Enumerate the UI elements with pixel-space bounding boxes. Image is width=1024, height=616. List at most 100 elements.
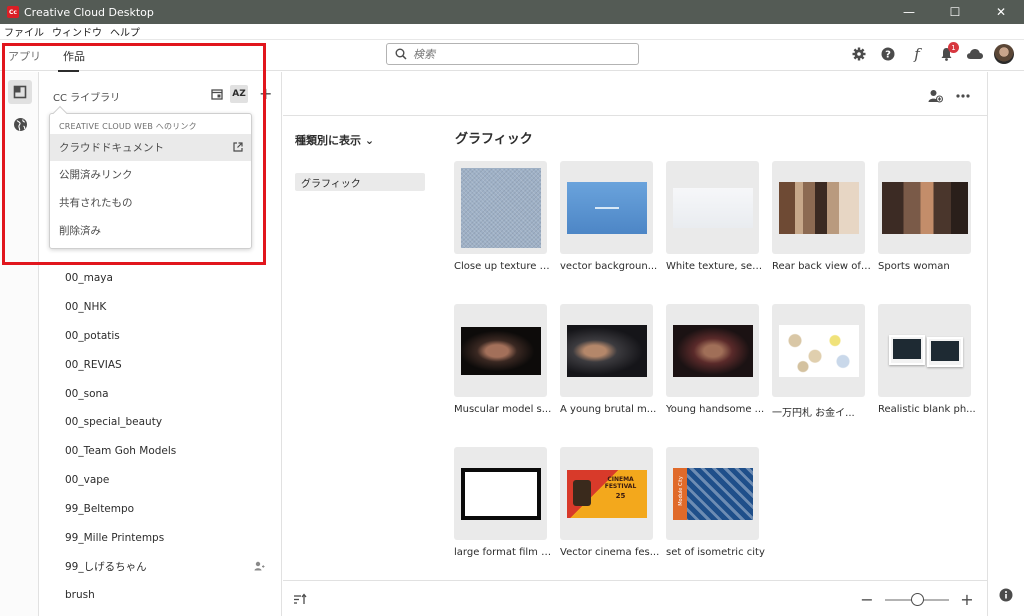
zoom-control: − + xyxy=(859,590,975,609)
section-title: グラフィック xyxy=(455,132,533,147)
sort-alphabetical-icon[interactable]: AZ xyxy=(230,85,248,103)
title-bar: Cc Creative Cloud Desktop — ☐ ✕ xyxy=(0,0,1024,24)
library-item-label: 00_REVIAS xyxy=(65,358,122,371)
sort-order-icon[interactable] xyxy=(293,593,307,608)
library-item-label: 00_potatis xyxy=(65,329,120,342)
shared-user-icon xyxy=(254,561,265,571)
asset-caption: Vector cinema fes... xyxy=(560,547,660,558)
asset-caption: Young handsome ... xyxy=(666,404,765,415)
filter-graphics[interactable]: グラフィック xyxy=(295,173,425,191)
add-library-plus-icon[interactable]: + xyxy=(259,84,272,103)
asset-card[interactable]: Close up texture o... xyxy=(454,161,554,284)
asset-thumbnail: Module City xyxy=(666,447,759,540)
maximize-button[interactable]: ☐ xyxy=(932,0,978,24)
library-item-label: 99_Mille Printemps xyxy=(65,531,165,544)
view-by-label: 種類別に表示 xyxy=(295,134,361,147)
libraries-icon xyxy=(13,85,27,99)
asset-card[interactable]: vector backgroun... xyxy=(560,161,657,284)
library-item[interactable]: brush xyxy=(65,581,265,610)
library-item[interactable]: 00_Team Goh Models xyxy=(65,437,265,466)
close-button[interactable]: ✕ xyxy=(978,0,1024,24)
asset-thumbnail xyxy=(878,304,971,397)
asset-thumbnail xyxy=(772,304,865,397)
creative-cloud-web-rail-button[interactable] xyxy=(8,112,32,136)
left-icon-rail xyxy=(0,72,39,616)
asset-card[interactable]: 一万円札 お金イ... xyxy=(772,304,865,427)
settings-gear-icon[interactable] xyxy=(849,44,869,64)
asset-thumbnail xyxy=(772,161,865,254)
asset-card[interactable]: A young brutal m... xyxy=(560,304,656,427)
sort-by-date-icon[interactable] xyxy=(208,85,226,103)
library-item[interactable]: 99_Mille Printemps xyxy=(65,523,265,552)
menu-item-published-links[interactable]: 公開済みリンク xyxy=(50,161,251,188)
asset-card[interactable]: White texture, sea... xyxy=(666,161,766,284)
notification-count-badge: 1 xyxy=(948,42,959,53)
menu-help[interactable]: ヘルプ xyxy=(110,24,140,39)
zoom-out-button[interactable]: − xyxy=(859,590,875,609)
app-header: アプリ 作品 ? f 1 xyxy=(0,40,1024,72)
menu-item-deleted[interactable]: 削除済み xyxy=(50,217,251,244)
library-item-label: 00_Team Goh Models xyxy=(65,445,177,458)
zoom-slider[interactable] xyxy=(885,592,949,606)
library-item[interactable]: 00_NHK xyxy=(65,293,265,322)
asset-card[interactable]: large format film s... xyxy=(454,447,554,570)
asset-card[interactable]: Young handsome ... xyxy=(666,304,764,427)
asset-caption: Rear back view of ... xyxy=(772,261,872,272)
view-by-type-dropdown[interactable]: 種類別に表示 ⌄ xyxy=(295,132,374,148)
asset-card[interactable]: Rear back view of ... xyxy=(772,161,872,284)
asset-thumbnail xyxy=(454,304,547,397)
tab-apps[interactable]: アプリ xyxy=(8,48,41,64)
thumbnail-text: 25 xyxy=(615,491,626,500)
chevron-down-icon: ⌄ xyxy=(364,134,375,147)
asset-thumbnail xyxy=(878,161,971,254)
library-list: 00_maya 00_NHK 00_potatis 00_REVIAS 00_s… xyxy=(65,264,265,610)
library-item[interactable]: 00_sona xyxy=(65,379,265,408)
asset-thumbnail xyxy=(454,161,547,254)
asset-card[interactable]: Sports woman xyxy=(878,161,971,284)
svg-text:f: f xyxy=(913,46,922,62)
notifications-bell-icon[interactable]: 1 xyxy=(936,42,959,64)
asset-thumbnail xyxy=(560,161,653,254)
library-item[interactable]: 00_maya xyxy=(65,264,265,293)
asset-thumbnail xyxy=(666,161,759,254)
more-options-icon[interactable] xyxy=(953,86,973,106)
library-item[interactable]: 99_Beltempo xyxy=(65,494,265,523)
zoom-slider-handle[interactable] xyxy=(911,592,924,606)
search-icon xyxy=(395,48,407,60)
asset-card[interactable]: CINEMA FESTIVAL 25 Vector cinema fes... xyxy=(560,447,659,570)
tab-work[interactable]: 作品 xyxy=(63,48,85,64)
svg-text:?: ? xyxy=(885,50,891,61)
library-item[interactable]: 00_potatis xyxy=(65,322,265,351)
thumbnail-text: Module City xyxy=(677,475,684,506)
menu-item-cloud-documents[interactable]: クラウドドキュメント xyxy=(50,134,251,161)
info-icon[interactable] xyxy=(999,588,1013,605)
cc-libraries-rail-button[interactable] xyxy=(8,80,32,104)
library-item[interactable]: 00_REVIAS xyxy=(65,350,265,379)
library-item-label: 99_Beltempo xyxy=(65,502,135,515)
menu-window[interactable]: ウィンドウ xyxy=(52,24,102,39)
asset-card[interactable]: Muscular model s... xyxy=(454,304,551,427)
creative-cloud-web-links-menu: CREATIVE CLOUD WEB へのリンク クラウドドキュメント 公開済み… xyxy=(49,105,252,249)
asset-caption: vector backgroun... xyxy=(560,261,658,272)
help-icon[interactable]: ? xyxy=(878,44,898,64)
asset-card[interactable]: Realistic blank ph... xyxy=(878,304,976,427)
menu-item-shared-with-you[interactable]: 共有されたもの xyxy=(50,189,251,216)
minimize-button[interactable]: — xyxy=(886,0,932,24)
asset-caption: Close up texture o... xyxy=(454,261,554,272)
menu-item-label: クラウドドキュメント xyxy=(59,142,164,154)
library-item[interactable]: 00_special_beauty xyxy=(65,408,265,437)
search-box[interactable] xyxy=(386,43,639,65)
search-input[interactable] xyxy=(413,47,613,61)
invite-people-icon[interactable] xyxy=(925,86,945,106)
zoom-in-button[interactable]: + xyxy=(959,590,975,609)
asset-card[interactable]: Module City set of isometric city xyxy=(666,447,765,570)
fonts-icon[interactable]: f xyxy=(907,44,927,64)
menu-file[interactable]: ファイル xyxy=(4,24,44,39)
user-avatar[interactable] xyxy=(994,44,1014,64)
cloud-sync-icon[interactable] xyxy=(965,44,985,64)
library-item[interactable]: 99_しげるちゃん xyxy=(65,552,265,581)
asset-thumbnail xyxy=(560,304,653,397)
library-item[interactable]: 00_vape xyxy=(65,466,265,495)
asset-thumbnail xyxy=(454,447,547,540)
asset-caption: large format film s... xyxy=(454,547,554,558)
